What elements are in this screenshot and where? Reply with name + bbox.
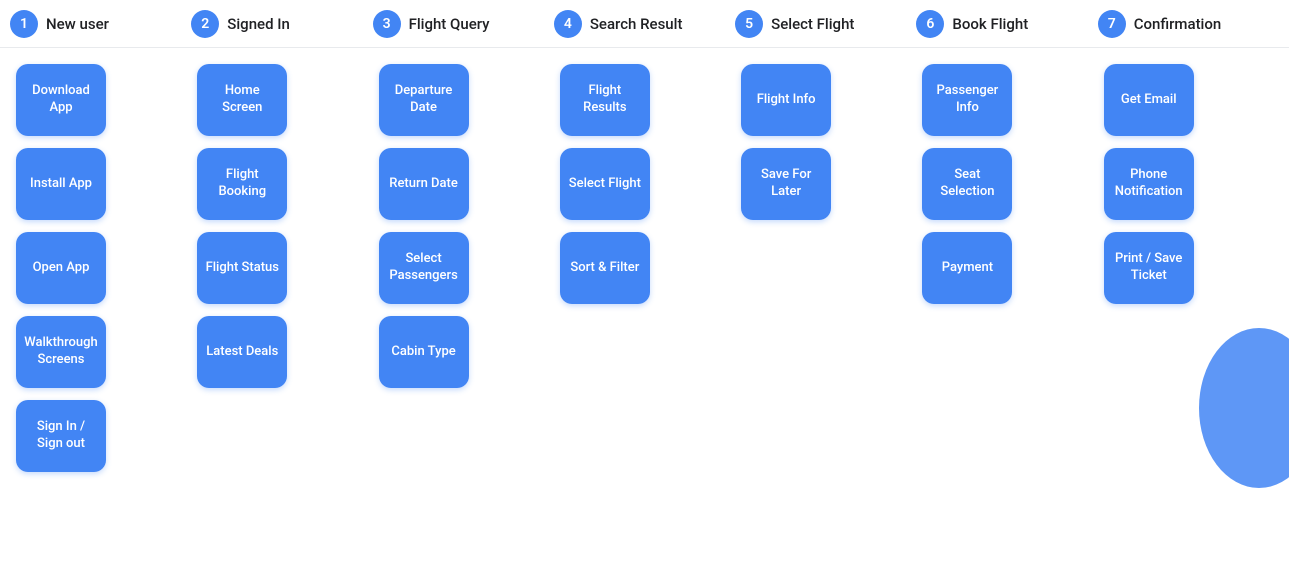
card-1-3[interactable]: Open App [16, 232, 106, 304]
card-2-1[interactable]: Home Screen [197, 64, 287, 136]
card-2-4[interactable]: Latest Deals [197, 316, 287, 388]
step-circle-5: 5 [735, 10, 763, 38]
column-3: Departure Date Return Date Select Passenge… [373, 64, 554, 472]
step-label-1: New user [46, 15, 109, 33]
card-1-5[interactable]: Sign In / Sign out [16, 400, 106, 472]
step-label-5: Select Flight [771, 15, 854, 33]
card-6-2[interactable]: Seat Selection [922, 148, 1012, 220]
step-circle-1: 1 [10, 10, 38, 38]
header-step-6: 6 Book Flight [916, 10, 1097, 38]
main-content: Download App Install App Open App Walkthrou… [0, 48, 1289, 488]
card-2-3[interactable]: Flight Status [197, 232, 287, 304]
column-1: Download App Install App Open App Walkthrou… [10, 64, 191, 472]
card-1-4[interactable]: Walkthrough Screens [16, 316, 106, 388]
column-2: Home Screen Flight Booking Flight Status La… [191, 64, 372, 472]
card-5-2[interactable]: Save For Later [741, 148, 831, 220]
header-step-7: 7 Confirmation [1098, 10, 1279, 38]
card-5-1[interactable]: Flight Info [741, 64, 831, 136]
step-label-7: Confirmation [1134, 15, 1222, 33]
header-step-1: 1 New user [10, 10, 191, 38]
header-step-2: 2 Signed In [191, 10, 372, 38]
column-6: Passenger Info Seat Selection Payment [916, 64, 1097, 472]
card-1-1[interactable]: Download App [16, 64, 106, 136]
step-circle-7: 7 [1098, 10, 1126, 38]
card-3-3[interactable]: Select Passengers [379, 232, 469, 304]
card-6-3[interactable]: Payment [922, 232, 1012, 304]
header: 1 New user 2 Signed In 3 Flight Query 4 Search … [0, 0, 1289, 48]
step-label-6: Book Flight [952, 15, 1028, 33]
card-3-1[interactable]: Departure Date [379, 64, 469, 136]
card-3-4[interactable]: Cabin Type [379, 316, 469, 388]
step-circle-4: 4 [554, 10, 582, 38]
column-4: Flight Results Select Flight Sort & Filter [554, 64, 735, 472]
card-7-1[interactable]: Get Email [1104, 64, 1194, 136]
card-2-2[interactable]: Flight Booking [197, 148, 287, 220]
card-7-3[interactable]: Print / Save Ticket [1104, 232, 1194, 304]
step-circle-3: 3 [373, 10, 401, 38]
card-4-3[interactable]: Sort & Filter [560, 232, 650, 304]
header-step-3: 3 Flight Query [373, 10, 554, 38]
step-circle-6: 6 [916, 10, 944, 38]
step-label-3: Flight Query [409, 15, 490, 33]
step-label-2: Signed In [227, 15, 290, 33]
header-step-4: 4 Search Result [554, 10, 735, 38]
card-4-2[interactable]: Select Flight [560, 148, 650, 220]
card-3-2[interactable]: Return Date [379, 148, 469, 220]
card-7-2[interactable]: Phone Notification [1104, 148, 1194, 220]
column-5: Flight Info Save For Later [735, 64, 916, 472]
card-6-1[interactable]: Passenger Info [922, 64, 1012, 136]
step-label-4: Search Result [590, 15, 683, 33]
card-4-1[interactable]: Flight Results [560, 64, 650, 136]
header-step-5: 5 Select Flight [735, 10, 916, 38]
card-1-2[interactable]: Install App [16, 148, 106, 220]
step-circle-2: 2 [191, 10, 219, 38]
